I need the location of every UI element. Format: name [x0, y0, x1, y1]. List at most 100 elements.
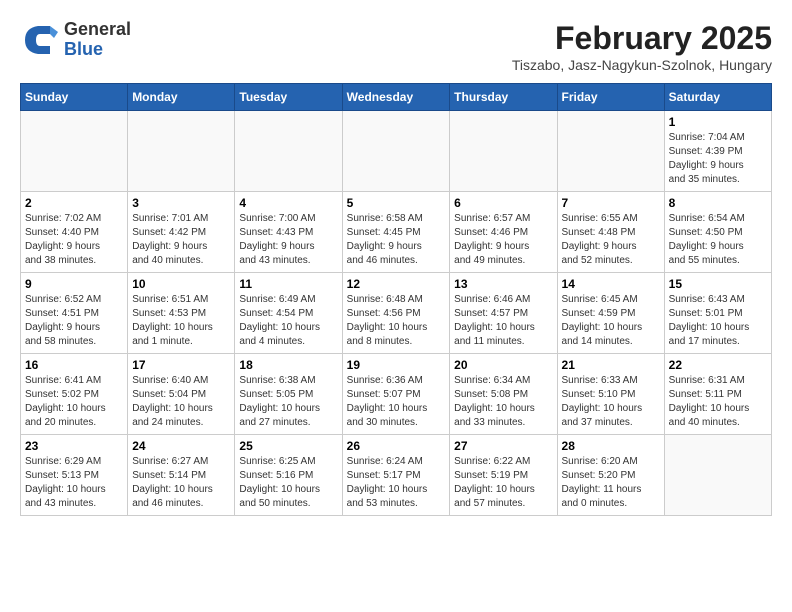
day-number: 25 [239, 439, 337, 453]
calendar-cell: 5Sunrise: 6:58 AM Sunset: 4:45 PM Daylig… [342, 192, 450, 273]
calendar-cell [342, 111, 450, 192]
day-number: 15 [669, 277, 767, 291]
calendar-cell [128, 111, 235, 192]
weekday-header-monday: Monday [128, 84, 235, 111]
calendar-week-row: 9 Sunrise: 6:52 AM Sunset: 4:51 PM Daylig… [21, 273, 772, 354]
weekday-header-friday: Friday [557, 84, 664, 111]
calendar-cell: 23Sunrise: 6:29 AM Sunset: 5:13 PM Dayli… [21, 435, 128, 516]
day-number: 6 [454, 196, 552, 210]
calendar-cell: 21 Sunrise: 6:33 AM Sunset: 5:10 PM Dayli… [557, 354, 664, 435]
calendar-cell: 1 Sunrise: 7:04 AM Sunset: 4:39 PM Daylig… [664, 111, 771, 192]
logo-icon [20, 20, 60, 60]
day-number: 14 [562, 277, 660, 291]
calendar-cell: 17 Sunrise: 6:40 AM Sunset: 5:04 PM Dayli… [128, 354, 235, 435]
page-header: General Blue February 2025 Tiszabo, Jasz… [20, 20, 772, 73]
calendar-cell: 26Sunrise: 6:24 AM Sunset: 5:17 PM Dayli… [342, 435, 450, 516]
calendar-cell: 18 Sunrise: 6:38 AM Sunset: 5:05 PM Dayli… [235, 354, 342, 435]
day-detail: Sunrise: 6:36 AM Sunset: 5:07 PM Dayligh… [347, 374, 446, 430]
calendar-cell: 11Sunrise: 6:49 AM Sunset: 4:54 PM Dayli… [235, 273, 342, 354]
calendar-cell [21, 111, 128, 192]
day-number: 9 [25, 277, 123, 291]
day-number: 1 [669, 115, 767, 129]
day-number: 8 [669, 196, 767, 210]
calendar-cell: 8 Sunrise: 6:54 AM Sunset: 4:50 PM Daylig… [664, 192, 771, 273]
day-detail: Sunrise: 6:46 AM Sunset: 4:57 PM Dayligh… [454, 293, 552, 349]
calendar-week-row: 16 Sunrise: 6:41 AM Sunset: 5:02 PM Dayli… [21, 354, 772, 435]
day-number: 21 [562, 358, 660, 372]
day-detail: Sunrise: 6:38 AM Sunset: 5:05 PM Dayligh… [239, 374, 337, 430]
day-number: 23 [25, 439, 123, 453]
calendar-cell: 12 Sunrise: 6:48 AM Sunset: 4:56 PM Dayli… [342, 273, 450, 354]
calendar-cell: 2 Sunrise: 7:02 AM Sunset: 4:40 PM Daylig… [21, 192, 128, 273]
logo-text: General Blue [64, 20, 131, 60]
weekday-header-sunday: Sunday [21, 84, 128, 111]
calendar-cell: 15 Sunrise: 6:43 AM Sunset: 5:01 PM Dayli… [664, 273, 771, 354]
calendar-week-row: 1 Sunrise: 7:04 AM Sunset: 4:39 PM Daylig… [21, 111, 772, 192]
day-detail: Sunrise: 6:41 AM Sunset: 5:02 PM Dayligh… [25, 374, 123, 430]
calendar-cell [557, 111, 664, 192]
day-number: 4 [239, 196, 337, 210]
day-number: 19 [347, 358, 446, 372]
day-detail: Sunrise: 6:22 AM Sunset: 5:19 PM Dayligh… [454, 455, 552, 511]
weekday-header-row: SundayMondayTuesdayWednesdayThursdayFrid… [21, 84, 772, 111]
day-number: 26 [347, 439, 446, 453]
calendar-cell: 19 Sunrise: 6:36 AM Sunset: 5:07 PM Dayli… [342, 354, 450, 435]
day-detail: Sunrise: 7:02 AM Sunset: 4:40 PM Dayligh… [25, 212, 123, 268]
day-detail: Sunrise: 6:52 AM Sunset: 4:51 PM Dayligh… [25, 293, 123, 349]
day-detail: Sunrise: 6:20 AM Sunset: 5:20 PM Dayligh… [562, 455, 660, 511]
day-number: 28 [562, 439, 660, 453]
day-detail: Sunrise: 6:40 AM Sunset: 5:04 PM Dayligh… [132, 374, 230, 430]
day-detail: Sunrise: 7:04 AM Sunset: 4:39 PM Dayligh… [669, 131, 767, 187]
calendar-cell [664, 435, 771, 516]
calendar-week-row: 23Sunrise: 6:29 AM Sunset: 5:13 PM Dayli… [21, 435, 772, 516]
day-number: 3 [132, 196, 230, 210]
weekday-header-thursday: Thursday [450, 84, 557, 111]
calendar-cell: 24Sunrise: 6:27 AM Sunset: 5:14 PM Dayli… [128, 435, 235, 516]
calendar-cell: 20 Sunrise: 6:34 AM Sunset: 5:08 PM Dayli… [450, 354, 557, 435]
day-detail: Sunrise: 6:55 AM Sunset: 4:48 PM Dayligh… [562, 212, 660, 268]
calendar-cell: 14 Sunrise: 6:45 AM Sunset: 4:59 PM Dayli… [557, 273, 664, 354]
day-number: 20 [454, 358, 552, 372]
calendar-cell: 3 Sunrise: 7:01 AM Sunset: 4:42 PM Daylig… [128, 192, 235, 273]
day-detail: Sunrise: 6:33 AM Sunset: 5:10 PM Dayligh… [562, 374, 660, 430]
day-detail: Sunrise: 6:48 AM Sunset: 4:56 PM Dayligh… [347, 293, 446, 349]
day-detail: Sunrise: 7:00 AM Sunset: 4:43 PM Dayligh… [239, 212, 337, 268]
weekday-header-saturday: Saturday [664, 84, 771, 111]
day-number: 7 [562, 196, 660, 210]
title-section: February 2025 Tiszabo, Jasz-Nagykun-Szol… [512, 20, 772, 73]
day-number: 27 [454, 439, 552, 453]
calendar-cell: 16 Sunrise: 6:41 AM Sunset: 5:02 PM Dayli… [21, 354, 128, 435]
day-number: 12 [347, 277, 446, 291]
day-number: 13 [454, 277, 552, 291]
day-number: 17 [132, 358, 230, 372]
calendar-cell: 4 Sunrise: 7:00 AM Sunset: 4:43 PM Daylig… [235, 192, 342, 273]
weekday-header-tuesday: Tuesday [235, 84, 342, 111]
day-number: 11 [239, 277, 337, 291]
logo: General Blue [20, 20, 131, 60]
calendar-week-row: 2 Sunrise: 7:02 AM Sunset: 4:40 PM Daylig… [21, 192, 772, 273]
day-detail: Sunrise: 7:01 AM Sunset: 4:42 PM Dayligh… [132, 212, 230, 268]
month-title: February 2025 [512, 20, 772, 57]
day-detail: Sunrise: 6:25 AM Sunset: 5:16 PM Dayligh… [239, 455, 337, 511]
day-detail: Sunrise: 6:45 AM Sunset: 4:59 PM Dayligh… [562, 293, 660, 349]
day-detail: Sunrise: 6:58 AM Sunset: 4:45 PM Dayligh… [347, 212, 446, 268]
logo-general: General [64, 20, 131, 40]
logo-blue: Blue [64, 40, 131, 60]
day-detail: Sunrise: 6:54 AM Sunset: 4:50 PM Dayligh… [669, 212, 767, 268]
calendar-table: SundayMondayTuesdayWednesdayThursdayFrid… [20, 83, 772, 516]
calendar-cell: 9 Sunrise: 6:52 AM Sunset: 4:51 PM Daylig… [21, 273, 128, 354]
calendar-cell [235, 111, 342, 192]
day-number: 18 [239, 358, 337, 372]
day-detail: Sunrise: 6:34 AM Sunset: 5:08 PM Dayligh… [454, 374, 552, 430]
calendar-cell: 25 Sunrise: 6:25 AM Sunset: 5:16 PM Dayli… [235, 435, 342, 516]
calendar-cell: 27 Sunrise: 6:22 AM Sunset: 5:19 PM Dayli… [450, 435, 557, 516]
calendar-cell: 28 Sunrise: 6:20 AM Sunset: 5:20 PM Dayli… [557, 435, 664, 516]
day-number: 16 [25, 358, 123, 372]
day-detail: Sunrise: 6:51 AM Sunset: 4:53 PM Dayligh… [132, 293, 230, 349]
day-detail: Sunrise: 6:43 AM Sunset: 5:01 PM Dayligh… [669, 293, 767, 349]
calendar-cell: 22Sunrise: 6:31 AM Sunset: 5:11 PM Dayli… [664, 354, 771, 435]
calendar-cell: 6Sunrise: 6:57 AM Sunset: 4:46 PM Daylig… [450, 192, 557, 273]
day-number: 10 [132, 277, 230, 291]
day-number: 2 [25, 196, 123, 210]
calendar-cell: 10 Sunrise: 6:51 AM Sunset: 4:53 PM Dayli… [128, 273, 235, 354]
